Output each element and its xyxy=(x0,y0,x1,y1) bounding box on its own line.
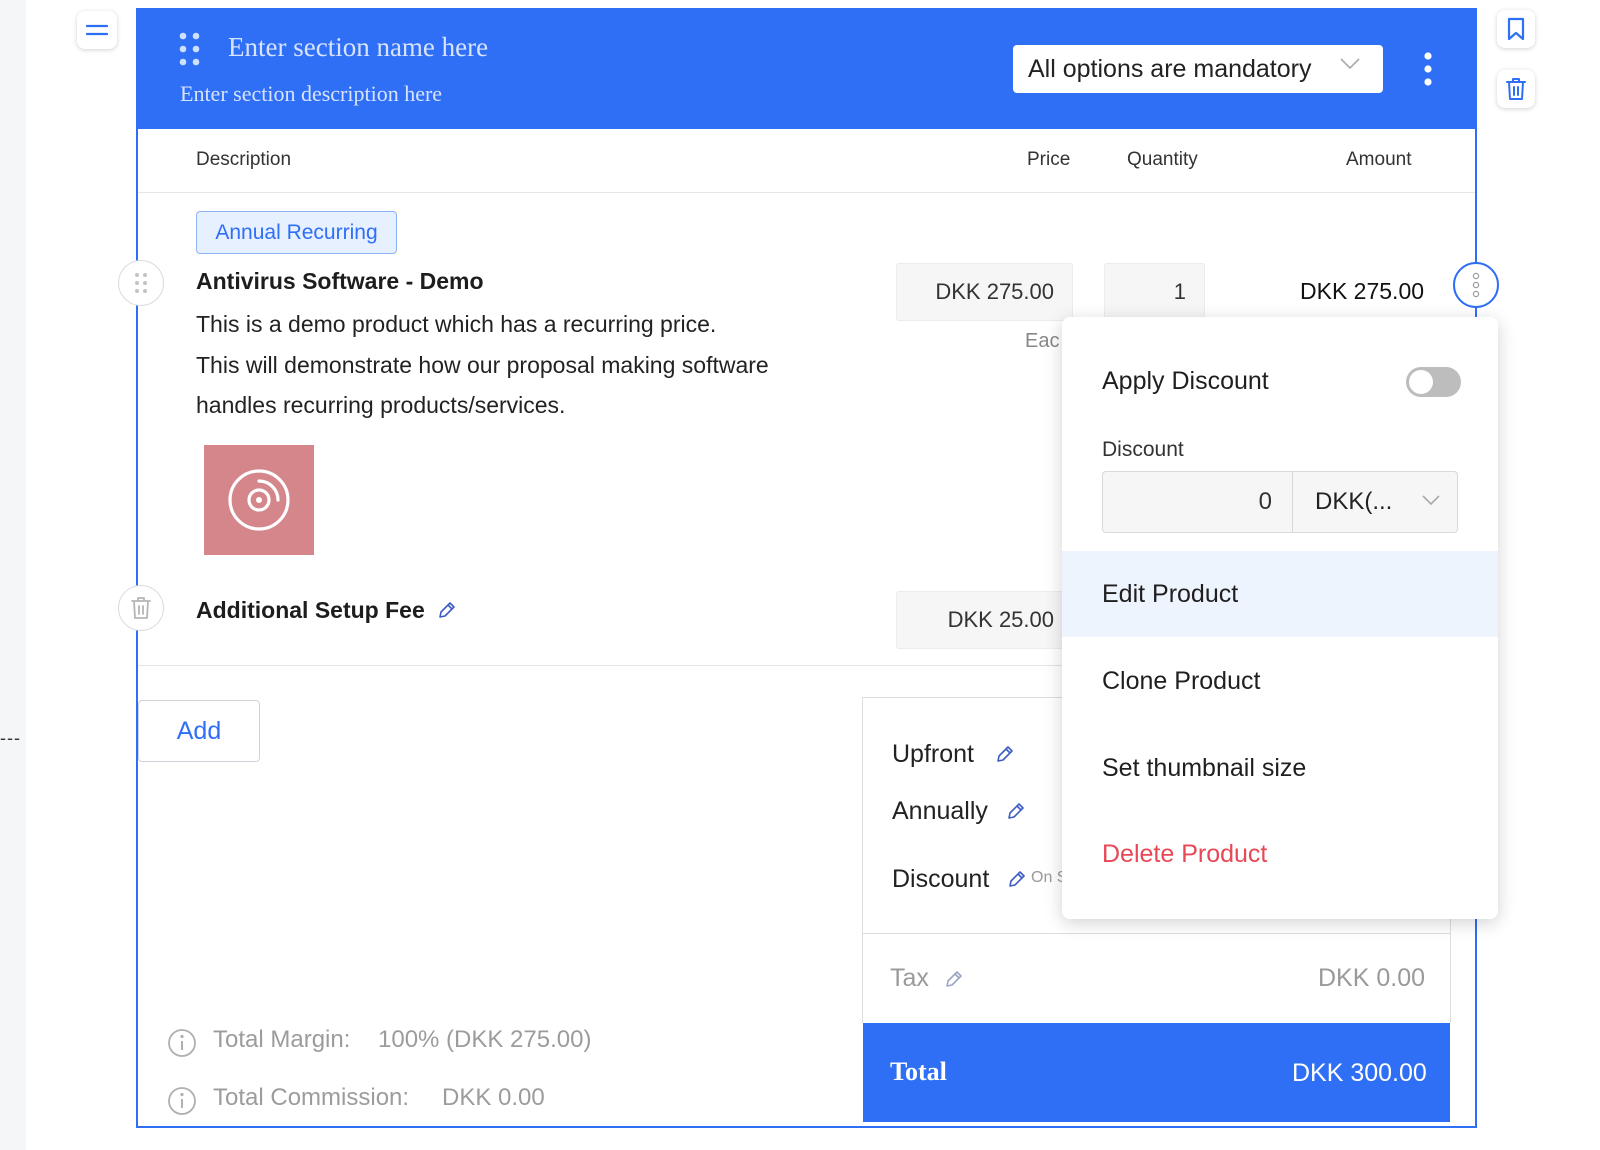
upfront-label: Upfront xyxy=(892,740,974,768)
column-header-quantity: Quantity xyxy=(1127,149,1198,170)
trash-icon xyxy=(131,597,151,619)
bookmark-button[interactable] xyxy=(1497,10,1535,48)
fee-price-input[interactable]: DKK 25.00 xyxy=(896,591,1073,649)
product-description-line: This will demonstrate how our proposal m… xyxy=(196,351,769,378)
edit-product-menu-item[interactable]: Edit Product xyxy=(1062,551,1498,637)
apply-discount-toggle[interactable] xyxy=(1406,367,1461,397)
annually-label: Annually xyxy=(892,797,988,825)
delete-product-menu-item[interactable]: Delete Product xyxy=(1062,811,1498,897)
product-more-button[interactable] xyxy=(1453,262,1499,308)
pencil-icon[interactable] xyxy=(1007,869,1027,889)
fee-title: Additional Setup Fee xyxy=(196,597,425,623)
apply-discount-label: Apply Discount xyxy=(1102,367,1269,395)
product-amount: DKK 275.00 xyxy=(1300,278,1425,304)
discount-label: Discount xyxy=(892,865,990,893)
column-header-amount: Amount xyxy=(1346,149,1412,170)
chevron-down-icon xyxy=(1340,58,1360,70)
options-select-value: All options are mandatory xyxy=(1028,54,1312,83)
drag-handle-icon[interactable] xyxy=(179,32,201,66)
delete-section-button[interactable] xyxy=(1497,70,1535,108)
tax-label: Tax xyxy=(890,964,929,992)
toggle-knob xyxy=(1409,370,1433,394)
left-marker: --- xyxy=(0,728,21,748)
price-unit-label: Eac xyxy=(1025,330,1060,352)
product-description-line: handles recurring products/services. xyxy=(196,392,566,418)
pencil-icon[interactable] xyxy=(944,969,964,989)
row-delete-button[interactable] xyxy=(118,585,164,631)
product-price-input[interactable]: DKK 275.00 xyxy=(896,263,1073,321)
pencil-icon[interactable] xyxy=(995,744,1015,764)
tax-value: DKK 0.00 xyxy=(1318,964,1426,992)
section-description-input[interactable]: Enter section description here xyxy=(180,81,442,107)
disc-icon xyxy=(228,469,290,531)
bookmark-icon xyxy=(1507,17,1525,41)
discount-currency-value: DKK(... xyxy=(1315,488,1393,515)
discount-field-label: Discount xyxy=(1102,438,1184,461)
discount-value-input[interactable]: 0 xyxy=(1102,471,1292,533)
drag-dots-icon xyxy=(135,273,147,293)
info-icon xyxy=(168,1029,196,1057)
left-gutter xyxy=(0,0,26,1150)
product-quantity-input[interactable]: 1 xyxy=(1104,263,1205,321)
total-commission-value: DKK 0.00 xyxy=(442,1084,545,1111)
product-title: Antivirus Software - Demo xyxy=(196,268,484,294)
pencil-icon[interactable] xyxy=(437,600,457,620)
discount-currency-select[interactable]: DKK(... xyxy=(1292,471,1458,533)
section-more-icon[interactable] xyxy=(1421,51,1435,87)
total-margin-value: 100% (DKK 275.00) xyxy=(378,1026,592,1053)
product-thumbnail[interactable] xyxy=(204,445,314,555)
info-icon xyxy=(168,1087,196,1115)
total-commission-label: Total Commission: xyxy=(213,1084,410,1111)
total-value: DKK 300.00 xyxy=(1292,1059,1427,1087)
column-header-description: Description xyxy=(196,149,292,170)
more-vertical-icon xyxy=(1472,272,1480,298)
recurring-badge: Annual Recurring xyxy=(196,211,397,254)
add-button[interactable]: Add xyxy=(138,700,260,762)
total-margin-label: Total Margin: xyxy=(213,1026,351,1053)
hamburger-icon xyxy=(86,24,108,36)
section-name-input[interactable]: Enter section name here xyxy=(228,32,488,63)
product-description-line: This is a demo product which has a recur… xyxy=(196,311,717,337)
trash-icon xyxy=(1506,78,1526,100)
chevron-down-icon xyxy=(1422,495,1440,506)
section-menu-button[interactable] xyxy=(77,11,117,49)
product-context-menu: Apply Discount Discount 0 DKK(... Edit P… xyxy=(1062,317,1498,919)
clone-product-menu-item[interactable]: Clone Product xyxy=(1062,638,1498,724)
column-header-price: Price xyxy=(1027,149,1071,170)
row-drag-button[interactable] xyxy=(118,260,164,306)
header-divider xyxy=(138,192,1475,193)
set-thumbnail-size-menu-item[interactable]: Set thumbnail size xyxy=(1062,725,1498,811)
product-description: This is a demo product which has a recur… xyxy=(196,304,769,426)
total-label: Total xyxy=(890,1057,947,1086)
pencil-icon[interactable] xyxy=(1006,801,1026,821)
options-select[interactable]: All options are mandatory xyxy=(1013,45,1383,93)
